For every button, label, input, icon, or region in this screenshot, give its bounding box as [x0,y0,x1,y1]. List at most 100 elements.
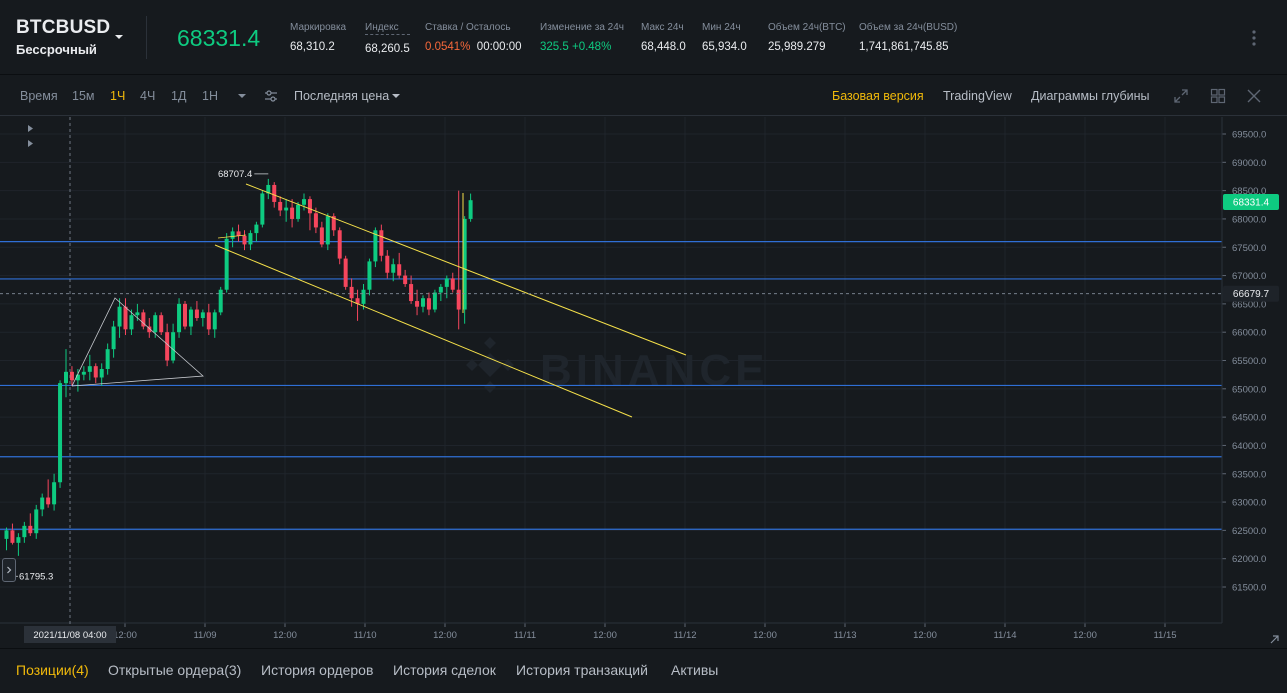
candle-body [254,224,259,234]
interval-1d[interactable]: 1Д [171,89,186,103]
candle-body [302,199,306,205]
candle-body [194,309,199,319]
candle-body [58,383,63,483]
price-type-select[interactable]: Последняя цена [294,89,389,103]
collapse-arrows-icon[interactable] [26,123,36,153]
candle-body [52,482,57,505]
candle-body [349,286,354,299]
candle-body [397,264,402,276]
header-divider [146,16,147,59]
stat-label[interactable]: Индекс [365,22,410,35]
candlestick-chart[interactable]: BINANCE 61500.0 62000.0 62500.0 63000.0 6350… [0,117,1287,647]
candle-body [224,238,229,290]
interval-1h[interactable]: 1Ч [110,89,125,103]
candle-body [242,235,247,245]
candle-body [117,306,122,327]
interval-4h[interactable]: 4Ч [140,89,155,103]
interval-dropdown-icon[interactable] [234,88,250,104]
candle-body [450,278,455,290]
candle-body [123,306,128,330]
tab-order-history[interactable]: История ордеров [261,662,373,678]
candle-body [34,509,39,534]
candle-body [421,298,425,307]
candle-body [432,292,437,310]
stat-label: Объем 24ч(BTC) [768,22,846,33]
horizontal-lines-layer [0,240,1222,530]
caret-down-icon[interactable] [112,30,126,44]
x-tick-label: 11/10 [353,630,376,641]
channel-lower-line[interactable] [214,244,633,418]
view-basic[interactable]: Базовая версия [832,89,924,103]
y-tick-label: 67500.0 [1232,243,1266,254]
x-tick-label: 11/14 [993,630,1016,641]
chart-toolbar: Время 15м 1Ч 4Ч 1Д 1Н Последняя цена Баз… [0,76,1287,116]
candle-body [159,315,164,333]
y-tick-label: 65000.0 [1232,384,1266,395]
tab-assets[interactable]: Активы [671,662,718,678]
candle-body [46,497,51,505]
watermark-layer: BINANCE [466,337,768,395]
candle-body [361,289,366,304]
y-tick-label: 69500.0 [1232,130,1266,141]
view-tradingview[interactable]: TradingView [943,89,1012,103]
price-type-dropdown-icon[interactable] [388,88,404,104]
stat-label: Ставка / Осталось [425,22,511,33]
funding-countdown: 00:00:00 [476,41,522,53]
candle-body [28,525,33,534]
interval-15m[interactable]: 15м [72,89,95,103]
drawing-panel-toggle[interactable] [2,558,16,582]
x-tick-label: 12:00 [913,630,937,641]
candle-body [206,312,211,330]
candle-body [343,258,348,287]
candle-body [337,230,342,259]
scroll-to-latest-icon[interactable] [1268,633,1282,647]
y-tick-label: 63000.0 [1232,498,1266,509]
candle-body [296,204,301,219]
symbol-name[interactable]: BTCBUSD [16,17,110,39]
expand-icon[interactable] [1173,88,1189,104]
candle-body [236,231,241,236]
candle-body [153,315,158,333]
candle-body [313,213,318,228]
candle-body [93,366,98,378]
price-chart[interactable]: BINANCE 61500.0 62000.0 62500.0 63000.0 6350… [0,117,1287,647]
candle-body [129,315,134,330]
tab-transaction-history[interactable]: История транзакций [516,662,648,678]
channel-upper-line[interactable] [245,183,687,356]
stat-value: 68,260.5 [365,43,410,55]
view-depth[interactable]: Диаграммы глубины [1031,89,1150,103]
close-icon[interactable] [1246,88,1262,104]
time-label: Время [20,89,58,103]
candle-body [218,289,223,313]
watermark-text: BINANCE [540,346,768,395]
interval-1w[interactable]: 1Н [202,89,218,103]
y-tick-label: 63500.0 [1232,469,1266,480]
symbol-selector[interactable]: BTCBUSD Бессрочный [16,17,110,57]
stat-funding: Ставка / Осталось 0.0541% 00:00:00 [425,22,522,53]
stat-index-price[interactable]: Индекс 68,260.5 [365,22,410,55]
stat-label: Изменение за 24ч [540,22,624,33]
settings-sliders-icon[interactable] [263,88,279,104]
stat-high-24h: Макс 24ч 68,448.0 [641,22,686,53]
crosshair-time-label: 2021/11/08 04:00 [33,630,106,641]
tab-positions[interactable]: Позиции(4) [16,662,89,678]
candle-body [81,371,86,375]
stat-volume-btc: Объем 24ч(BTC) 25,989.279 [768,22,846,53]
contract-type[interactable]: Бессрочный [16,42,110,57]
candle-body [426,298,431,310]
stat-value: 25,989.279 [768,41,826,53]
x-tick-label: 12:00 [273,630,297,641]
tab-trade-history[interactable]: История сделок [393,662,496,678]
candle-body [290,207,295,219]
tab-open-orders[interactable]: Открытые ордера(3) [108,662,241,678]
candle-body [272,184,277,202]
chevron-right-icon [7,566,12,574]
grid-layout-icon[interactable] [1210,88,1226,104]
last-price: 68331.4 [177,25,261,51]
candle-body [64,371,68,384]
stat-value: 65,934.0 [702,41,747,53]
stat-change-24h: Изменение за 24ч 325.5 +0.48% [540,22,624,53]
more-vertical-icon[interactable] [1246,28,1262,48]
y-tick-label: 64500.0 [1232,413,1266,424]
x-tick-label: 12:00 [1073,630,1097,641]
